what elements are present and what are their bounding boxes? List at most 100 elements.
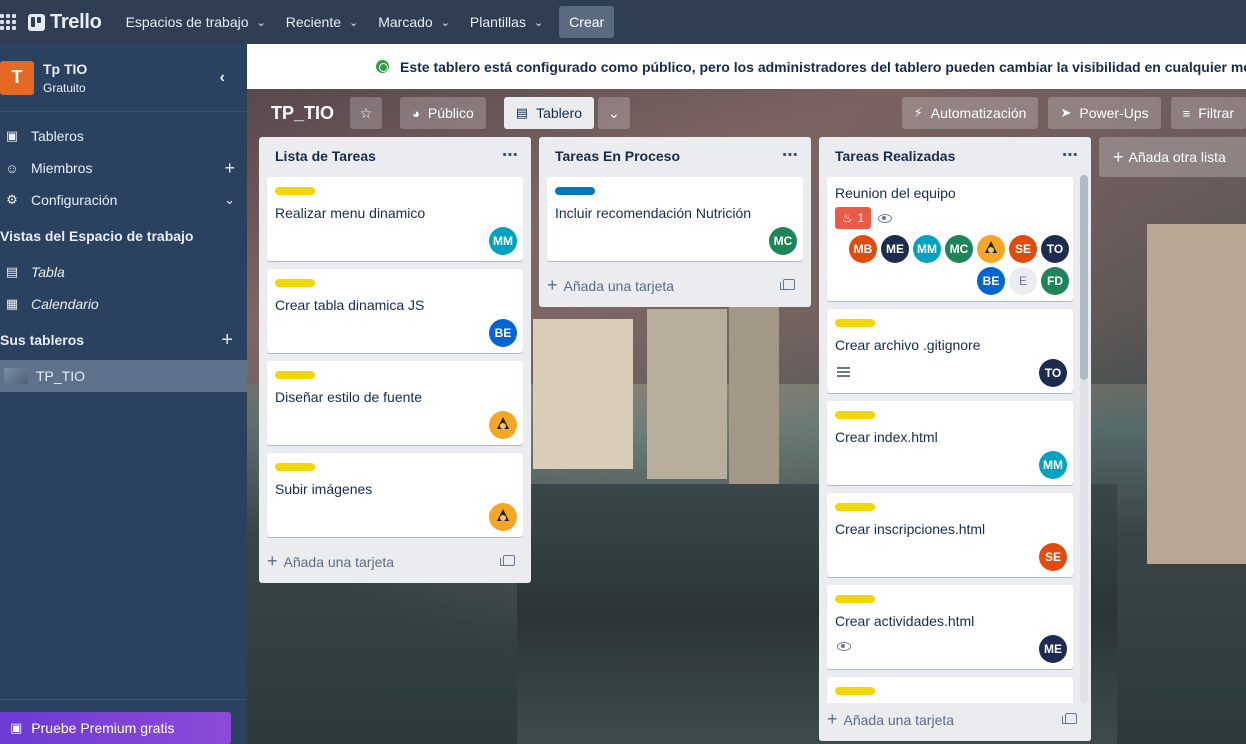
chevron-down-icon[interactable]: ⌄ bbox=[224, 192, 235, 208]
view-board-button[interactable]: ▤ Tablero bbox=[503, 97, 595, 129]
member-avatar[interactable]: TO bbox=[1041, 235, 1069, 263]
rocket-icon: ➤ bbox=[1060, 105, 1072, 120]
member-avatar[interactable]: MC bbox=[769, 227, 797, 255]
add-card-button[interactable]: + Añada una tarjeta bbox=[547, 275, 674, 296]
card-title: Realizar menu dinamico bbox=[275, 205, 426, 221]
member-avatar[interactable]: MM bbox=[913, 235, 941, 263]
member-avatar[interactable]: MB bbox=[849, 235, 877, 263]
filter-icon: ≡ bbox=[1182, 105, 1191, 121]
add-board-icon[interactable]: + bbox=[221, 329, 233, 352]
card-template-icon[interactable] bbox=[780, 279, 795, 290]
card-crear-index[interactable]: Crear index.html MM bbox=[827, 401, 1073, 485]
sidebar-item-boards[interactable]: ▣ Tableros bbox=[0, 120, 247, 152]
card-template-icon[interactable] bbox=[1062, 713, 1077, 724]
member-avatar-image[interactable] bbox=[489, 411, 517, 439]
list-title[interactable]: Tareas Realizadas bbox=[835, 148, 955, 164]
create-button[interactable]: Crear bbox=[559, 6, 615, 38]
automation-button[interactable]: ⚡ Automatización bbox=[901, 97, 1039, 129]
member-avatar[interactable]: BE bbox=[977, 267, 1005, 295]
card-template-icon[interactable] bbox=[500, 555, 515, 566]
member-avatar[interactable]: SE bbox=[1039, 543, 1067, 571]
sidebar-board-tp-tio[interactable]: TP_TIO bbox=[0, 360, 247, 392]
add-card-label: Añada una tarjeta bbox=[563, 277, 675, 294]
workspace-plan: Gratuito bbox=[43, 80, 86, 95]
list-menu-icon[interactable]: ⋯ bbox=[502, 145, 519, 165]
gear-icon: ⚙ bbox=[6, 192, 18, 207]
add-card-button[interactable]: + Añada una tarjeta bbox=[267, 551, 394, 572]
filter-button[interactable]: ≡ Filtrar bbox=[1170, 97, 1246, 129]
person-icon: ☺ bbox=[5, 160, 19, 176]
member-avatar[interactable]: MM bbox=[489, 227, 517, 255]
view-switcher-button[interactable]: ⌄ bbox=[598, 97, 631, 129]
board-title[interactable]: TP_TIO bbox=[271, 103, 334, 124]
card-crear-tabla[interactable]: Crear tabla dinamica JS BE bbox=[267, 269, 523, 353]
member-avatar-image[interactable] bbox=[977, 235, 1005, 263]
logo-text: Trello bbox=[50, 10, 102, 33]
card-subir-imagenes[interactable]: Subir imágenes bbox=[267, 453, 523, 537]
board-canvas: Este tablero está configurado como públi… bbox=[247, 44, 1246, 744]
add-card-button[interactable]: + Añada una tarjeta bbox=[827, 709, 954, 730]
card-realizar-menu[interactable]: Realizar menu dinamico MM bbox=[267, 177, 523, 261]
banner-text: Este tablero está configurado como públi… bbox=[400, 58, 1246, 75]
nav-label: Reciente bbox=[285, 14, 342, 30]
card-label-yellow bbox=[835, 411, 875, 419]
nav-label: Espacios de trabajo bbox=[125, 14, 249, 30]
add-card-label: Añada una tarjeta bbox=[843, 711, 955, 728]
collapse-sidebar-icon[interactable]: ‹ bbox=[220, 69, 225, 87]
premium-trial-button[interactable]: ▣ Pruebe Premium gratis bbox=[0, 712, 231, 744]
card-title: Incluir recomendación Nutrición bbox=[555, 205, 752, 221]
sidebar-item-settings[interactable]: ⚙ Configuración ⌄ bbox=[0, 184, 247, 216]
list-scrollbar[interactable] bbox=[1080, 175, 1088, 703]
card-crear-inscripciones[interactable]: Crear inscripciones.html SE bbox=[827, 493, 1073, 577]
member-avatar[interactable]: MC bbox=[945, 235, 973, 263]
add-member-icon[interactable]: + bbox=[224, 158, 235, 179]
card-reunion-equipo[interactable]: Reunion del equipo ♨ 1 MB ME MM MC SE TO … bbox=[827, 177, 1073, 301]
plus-icon: + bbox=[267, 551, 278, 571]
board-thumbnail bbox=[4, 368, 28, 384]
sidebar-item-table[interactable]: ▤ Tabla bbox=[0, 256, 247, 288]
member-avatar[interactable]: TO bbox=[1039, 359, 1067, 387]
background-building bbox=[1147, 224, 1246, 564]
chevron-down-icon: ⌄ bbox=[256, 16, 266, 29]
card-disenar-estilo[interactable]: Diseñar estilo de fuente bbox=[267, 361, 523, 445]
member-avatar[interactable]: BE bbox=[489, 319, 517, 347]
member-avatar-image[interactable] bbox=[489, 503, 517, 531]
star-board-button[interactable]: ☆ bbox=[350, 97, 383, 129]
nav-recent[interactable]: Reciente ⌄ bbox=[276, 6, 368, 38]
sidebar-item-members[interactable]: ☺ Miembros + bbox=[0, 152, 247, 184]
member-avatar[interactable]: FD bbox=[1041, 267, 1069, 295]
sidebar-item-calendar[interactable]: ▦ Calendario bbox=[0, 288, 247, 320]
card-title: Crear tabla dinamica JS bbox=[275, 297, 425, 313]
card-label-yellow bbox=[275, 371, 315, 379]
apps-grid-icon[interactable] bbox=[0, 14, 16, 30]
member-avatar[interactable]: E bbox=[1009, 267, 1037, 295]
list-title[interactable]: Lista de Tareas bbox=[275, 148, 376, 164]
member-avatar[interactable]: SE bbox=[1009, 235, 1037, 263]
card-title: Diseñar estilo de fuente bbox=[275, 389, 423, 405]
visibility-button[interactable]: ◕ Público bbox=[400, 97, 486, 129]
nav-workspaces[interactable]: Espacios de trabajo ⌄ bbox=[116, 6, 276, 38]
card-crear-actividades[interactable]: Crear actividades.html ME bbox=[827, 585, 1073, 669]
list-menu-icon[interactable]: ⋯ bbox=[782, 145, 799, 165]
list-title[interactable]: Tareas En Proceso bbox=[555, 148, 680, 164]
nav-templates[interactable]: Plantillas ⌄ bbox=[460, 6, 553, 38]
nav-label: Marcado bbox=[378, 14, 433, 30]
card-crear-gitignore[interactable]: Crear archivo .gitignore TO bbox=[827, 309, 1073, 393]
scrollbar-thumb[interactable] bbox=[1080, 175, 1088, 380]
member-avatar[interactable]: MM bbox=[1039, 451, 1067, 479]
sidebar-item-label: Configuración bbox=[31, 192, 118, 208]
add-list-button[interactable]: + Añada otra lista bbox=[1099, 137, 1246, 177]
member-avatar[interactable]: ME bbox=[881, 235, 909, 263]
member-avatar[interactable]: ME bbox=[1039, 635, 1067, 663]
list-menu-icon[interactable]: ⋯ bbox=[1062, 145, 1079, 165]
card-incluir-recomendacion[interactable]: Incluir recomendación Nutrición MC bbox=[547, 177, 803, 261]
card-label-yellow bbox=[835, 319, 875, 327]
card-label-yellow bbox=[835, 503, 875, 511]
list-lista-de-tareas: Lista de Tareas ⋯ Realizar menu dinamico… bbox=[259, 137, 531, 583]
filter-label: Filtrar bbox=[1198, 105, 1234, 121]
powerups-button[interactable]: ➤ Power-Ups bbox=[1048, 97, 1161, 129]
sidebar: T Tp TIO Gratuito ‹ ▣ Tableros ☺ Miembro… bbox=[0, 44, 247, 744]
trello-logo[interactable]: Trello bbox=[28, 11, 102, 34]
nav-starred[interactable]: Marcado ⌄ bbox=[368, 6, 460, 38]
plus-icon: + bbox=[1113, 146, 1124, 167]
